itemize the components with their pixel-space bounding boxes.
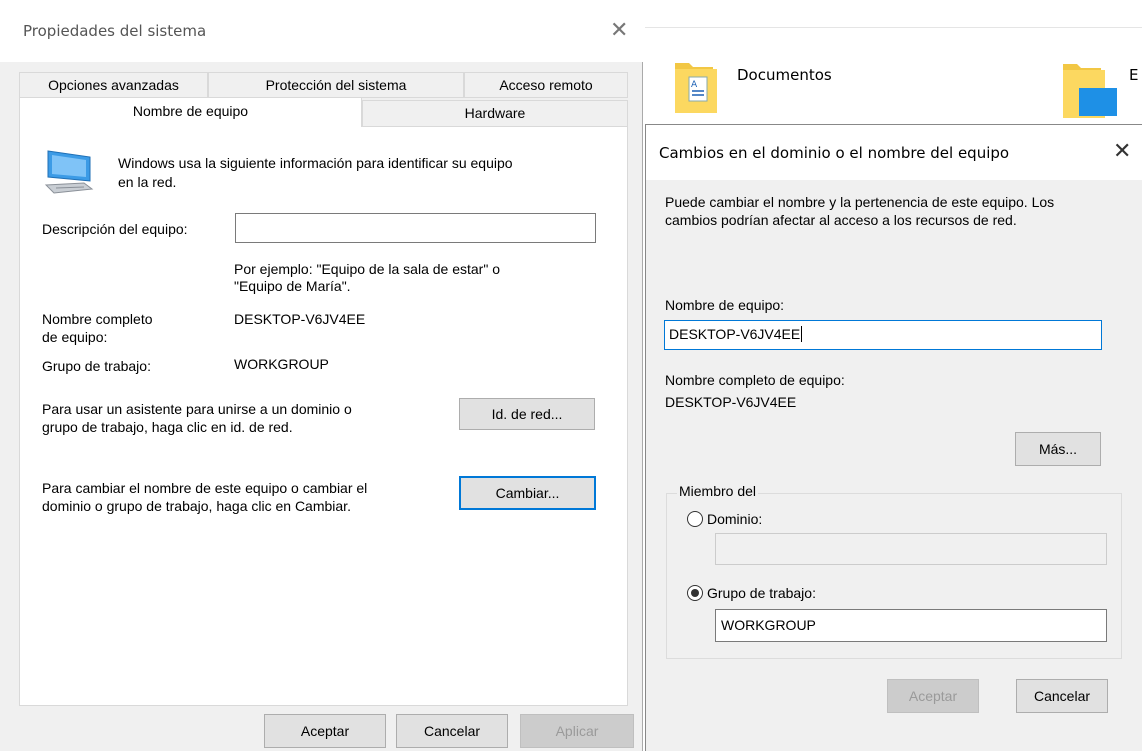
network-id-button[interactable]: Id. de red... [459, 398, 595, 430]
workgroup-input[interactable]: WORKGROUP [715, 609, 1107, 642]
domain-radio-label[interactable]: Dominio: [707, 511, 762, 528]
workgroup-label: Grupo de trabajo: [42, 358, 151, 374]
tab-computer-name[interactable]: Nombre de equipo [19, 97, 362, 127]
change-text-line1: Para cambiar el nombre de este equipo o … [42, 480, 368, 496]
tab-system-protection[interactable]: Protección del sistema [208, 72, 464, 98]
tab-computer-name-label: Nombre de equipo [132, 103, 249, 119]
name-changes-dialog: Cambios en el dominio o el nombre del eq… [645, 124, 1142, 751]
ok-button[interactable]: Aceptar [887, 679, 979, 713]
svg-text:A: A [691, 80, 698, 90]
tab-advanced-options[interactable]: Opciones avanzadas [19, 72, 208, 98]
change-button[interactable]: Cambiar... [459, 476, 596, 510]
fullname-label-line2: de equipo: [42, 329, 108, 345]
computer-name-label: Nombre de equipo: [665, 297, 785, 313]
close-icon[interactable]: ✕ [610, 20, 628, 42]
workgroup-radio-label[interactable]: Grupo de trabajo: [707, 585, 816, 602]
description-input[interactable] [235, 213, 596, 243]
domain-input[interactable] [715, 533, 1107, 565]
more-button[interactable]: Más... [1015, 432, 1101, 466]
description-label: Descripción del equipo: [42, 221, 188, 237]
workgroup-radio[interactable] [687, 585, 703, 601]
ok-button[interactable]: Aceptar [264, 714, 386, 748]
intro-text-line2: cambios podrían afectar al acceso a los … [665, 212, 1017, 228]
intro-text-line1: Puede cambiar el nombre y la pertenencia… [665, 194, 1055, 210]
fullname-label-line1: Nombre completo [42, 311, 153, 327]
computer-name-input-value: DESKTOP-V6JV4EE [669, 326, 801, 342]
computer-icon [40, 149, 98, 197]
system-properties-titlebar: Propiedades del sistema ✕ [0, 0, 643, 62]
workgroup-value: WORKGROUP [234, 356, 329, 372]
desktop-folder-icon[interactable] [1061, 58, 1117, 120]
example-text-line2: "Equipo de María". [234, 278, 351, 294]
network-id-text-line1: Para usar un asistente para unirse a un … [42, 401, 352, 417]
cancel-button[interactable]: Cancelar [396, 714, 508, 748]
info-text-line2: en la red. [118, 174, 177, 190]
workgroup-input-value: WORKGROUP [721, 617, 816, 633]
close-icon[interactable]: ✕ [1113, 141, 1131, 163]
tab-hardware[interactable]: Hardware [362, 100, 628, 127]
full-name-value: DESKTOP-V6JV4EE [665, 394, 797, 410]
info-text-line1: Windows usa la siguiente información par… [118, 155, 513, 171]
change-text-line2: dominio o grupo de trabajo, haga clic en… [42, 498, 351, 514]
system-properties-dialog: Propiedades del sistema ✕ Opciones avanz… [0, 0, 643, 751]
member-of-label: Miembro del [677, 483, 759, 499]
documents-folder-icon[interactable]: A [673, 55, 719, 115]
name-changes-titlebar: Cambios en el dominio o el nombre del eq… [646, 125, 1142, 180]
network-id-text-line2: grupo de trabajo, haga clic en id. de re… [42, 419, 293, 435]
dialog-title: Cambios en el dominio o el nombre del eq… [659, 144, 1010, 162]
example-text-line1: Por ejemplo: "Equipo de la sala de estar… [234, 261, 500, 277]
desktop-folder-label[interactable]: E [1129, 66, 1142, 84]
dialog-title: Propiedades del sistema [23, 22, 207, 40]
full-name-label: Nombre completo de equipo: [665, 372, 845, 388]
cancel-button[interactable]: Cancelar [1016, 679, 1108, 713]
explorer-divider [645, 27, 1142, 28]
apply-button[interactable]: Aplicar [520, 714, 634, 748]
fullname-value: DESKTOP-V6JV4EE [234, 311, 366, 327]
computer-name-input[interactable]: DESKTOP-V6JV4EE [664, 320, 1102, 350]
domain-radio[interactable] [687, 511, 703, 527]
tab-remote-access[interactable]: Acceso remoto [464, 72, 628, 98]
documents-folder-label[interactable]: Documentos [737, 66, 832, 84]
